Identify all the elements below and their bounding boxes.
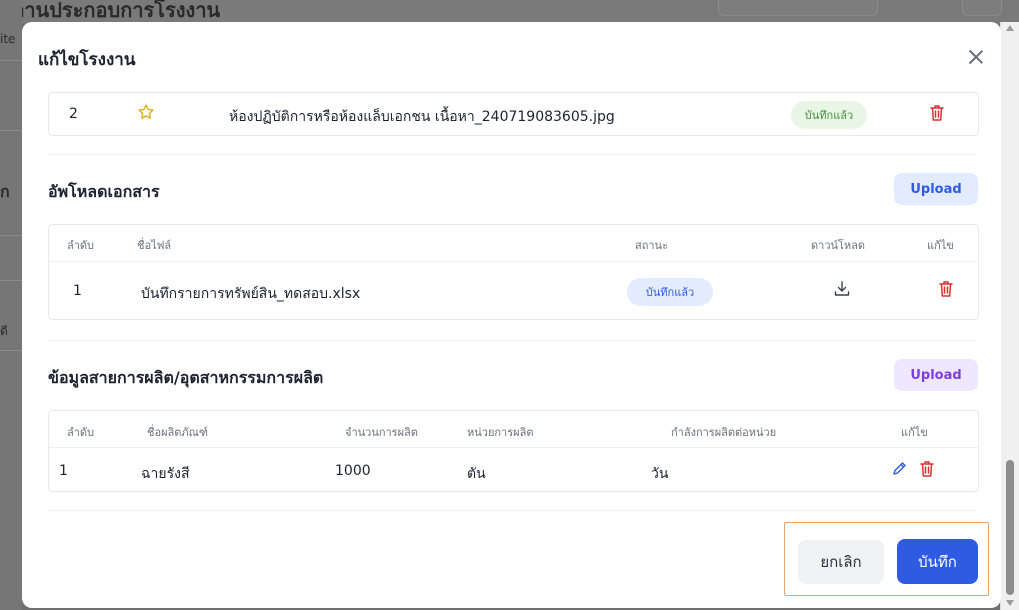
images-table: 2 ห้องปฏิบัติการหรือห้องแล็บเอกชน เนื้อห… xyxy=(48,92,979,136)
column-header-no: ลำดับ xyxy=(67,426,95,439)
scrollbar-thumb[interactable] xyxy=(1006,460,1014,595)
production-upload-button[interactable]: Upload xyxy=(894,359,978,391)
table-cell-no: 1 xyxy=(59,463,68,479)
column-header-product-name: ชื่อผลิตภัณฑ์ xyxy=(147,426,208,439)
table-row-divider xyxy=(49,447,978,448)
pencil-icon[interactable] xyxy=(891,461,907,477)
column-header-download: ดาวน์โหลด xyxy=(811,239,866,252)
background-divider xyxy=(0,130,22,131)
background-header-button xyxy=(718,0,878,16)
section-divider xyxy=(48,510,977,511)
background-divider xyxy=(0,280,22,281)
table-cell-unit: ตัน xyxy=(467,466,486,482)
background-divider xyxy=(0,60,22,61)
scroll-down-icon[interactable] xyxy=(1006,600,1014,606)
column-header-edit: แก้ไข xyxy=(901,426,928,439)
documents-upload-button[interactable]: Upload xyxy=(894,173,978,205)
column-header-edit: แก้ไข xyxy=(927,239,954,252)
background-avatar xyxy=(962,0,1002,16)
background-fragment: ก xyxy=(0,182,10,201)
cancel-button[interactable]: ยกเลิก xyxy=(798,540,884,584)
column-header-unit: หน่วยการผลิต xyxy=(467,426,534,439)
image-file-name: ห้องปฏิบัติการหรือห้องแล็บเอกชน เนื้อหา_… xyxy=(229,109,615,125)
page-scrollbar[interactable] xyxy=(1000,22,1019,610)
documents-table: ลำดับ ชื่อไฟล์ สถานะ ดาวน์โหลด แก้ไข 1 บ… xyxy=(48,224,979,320)
table-cell-no: 1 xyxy=(73,283,82,299)
edit-factory-modal: แก้ไขโรงงาน 2 ห้องปฏิบัติการหรือห้องแล็บ… xyxy=(22,22,1001,608)
modal-header: แก้ไขโรงงาน xyxy=(22,22,1001,92)
star-outline-icon[interactable] xyxy=(137,103,155,121)
download-icon[interactable] xyxy=(833,280,851,298)
documents-section-title: อัพโหลดเอกสาร xyxy=(48,182,160,201)
column-header-no: ลำดับ xyxy=(67,239,95,252)
scroll-up-icon[interactable] xyxy=(1006,25,1014,31)
trash-icon[interactable] xyxy=(919,460,935,478)
status-badge: บันทึกแล้ว xyxy=(791,101,867,129)
table-row-divider xyxy=(49,261,978,262)
close-icon[interactable] xyxy=(963,44,989,70)
background-fragment: ดี xyxy=(0,324,8,338)
background-divider xyxy=(0,235,22,236)
table-cell-product-name: ฉายรังสี xyxy=(141,466,190,482)
production-section-title: ข้อมูลสายการผลิต/อุตสาหกรรมการผลิต xyxy=(48,368,324,387)
section-divider xyxy=(48,154,977,155)
background-header: สถานประกอบการโรงงาน xyxy=(0,0,1019,24)
production-table: ลำดับ ชื่อผลิตภัณฑ์ จำนวนการผลิต หน่วยกา… xyxy=(48,410,979,492)
column-header-capacity: กำลังการผลิตต่อหน่วย xyxy=(671,426,777,439)
section-divider xyxy=(48,340,977,341)
column-header-quantity: จำนวนการผลิต xyxy=(345,426,418,439)
trash-icon[interactable] xyxy=(938,280,954,298)
table-cell-capacity: วัน xyxy=(651,466,669,482)
save-button[interactable]: บันทึก xyxy=(897,539,978,584)
background-divider xyxy=(0,350,22,351)
table-cell-quantity: 1000 xyxy=(335,463,371,479)
status-badge: บันทึกแล้ว xyxy=(627,278,713,306)
background-fragment: ite xyxy=(0,32,16,46)
modal-title: แก้ไขโรงงาน xyxy=(38,50,136,70)
trash-icon[interactable] xyxy=(929,104,945,122)
table-cell-no: 2 xyxy=(69,106,78,122)
column-header-status: สถานะ xyxy=(635,239,668,252)
column-header-file-name: ชื่อไฟล์ xyxy=(137,239,172,252)
background-left-edge: ite ก ดี xyxy=(0,0,22,610)
document-file-name: บันทึกรายการทรัพย์สิน_ทดสอบ.xlsx xyxy=(141,286,361,302)
